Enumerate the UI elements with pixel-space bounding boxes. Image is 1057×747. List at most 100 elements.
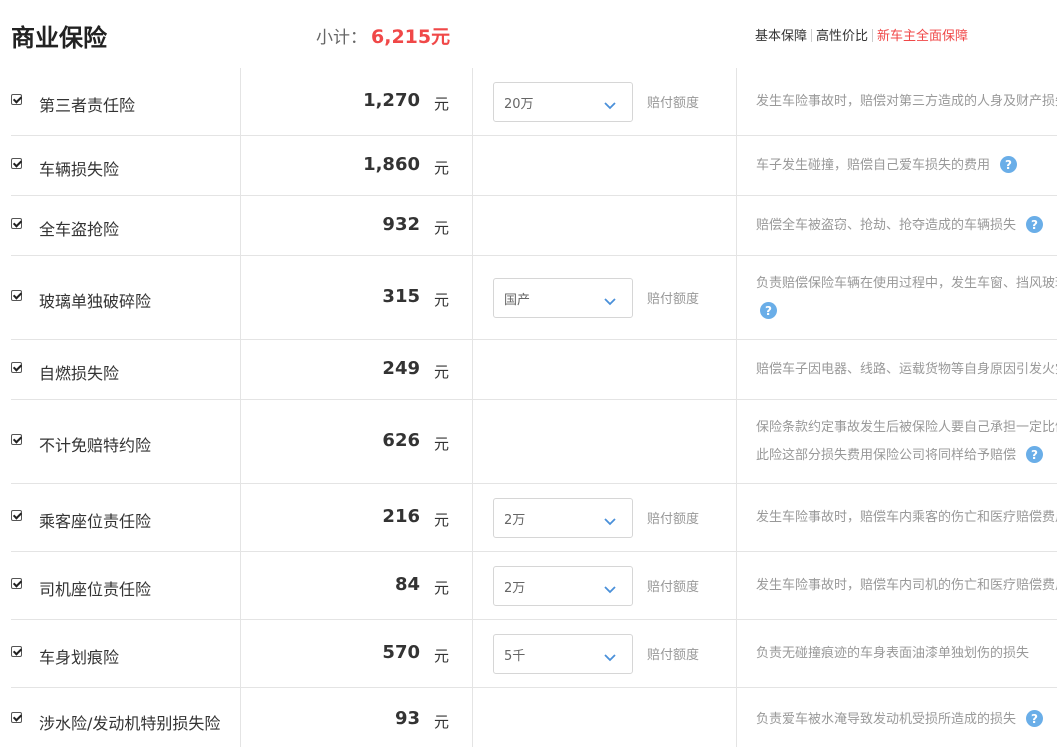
price-unit: 元 xyxy=(434,159,450,177)
insurance-row: 涉水险/发动机特别损失险 93 元 负责爱车被水淹导致发动机受损所造成的损失? xyxy=(0,688,1057,747)
column-divider xyxy=(472,196,473,256)
description-line: 此险这部分损失费用保险公司将同样给予赔偿? xyxy=(756,442,1057,470)
insurance-checkbox[interactable] xyxy=(11,646,22,657)
insurance-name: 乘客座位责任险 xyxy=(39,512,152,531)
insurance-description: 负责爱车被水淹导致发动机受损所造成的损失? xyxy=(756,706,1057,734)
plan-presets: 基本保障 高性价比 新车主全面保障 xyxy=(755,25,968,44)
coverage-amount-value: 5千 xyxy=(504,649,526,664)
insurance-description: 发生车险事故时，赔偿车内乘客的伤亡和医疗赔偿费用 xyxy=(756,504,1057,532)
coverage-amount-select[interactable]: 2万 xyxy=(493,566,633,606)
subtotal-label: 小计： xyxy=(316,28,367,48)
chevron-down-icon xyxy=(604,96,616,110)
price-unit: 元 xyxy=(434,95,450,113)
description-text: 保险条款约定事故发生后被保险人要自己承担一定比例的损失， xyxy=(756,420,1057,435)
description-line: 负责赔偿保险车辆在使用过程中，发生车窗、挡风玻璃单独破碎的损失 xyxy=(756,270,1057,298)
column-divider xyxy=(240,136,241,196)
insurance-description: 车子发生碰撞，赔偿自己爱车损失的费用? xyxy=(756,152,1057,180)
insurance-price: 1,270 xyxy=(363,90,420,111)
column-divider xyxy=(472,688,473,747)
insurance-checkbox[interactable] xyxy=(11,94,22,105)
description-text: 发生车险事故时，赔偿车内司机的伤亡和医疗赔偿费用 xyxy=(756,578,1057,593)
coverage-amount-value: 2万 xyxy=(504,513,526,528)
description-text: 负责无碰撞痕迹的车身表面油漆单独划伤的损失 xyxy=(756,646,1030,661)
svg-text:?: ? xyxy=(1031,448,1038,462)
column-divider xyxy=(472,136,473,196)
coverage-amount-value: 国产 xyxy=(504,293,531,308)
coverage-label: 赔付额度 xyxy=(647,648,700,663)
plan-newowner-link[interactable]: 新车主全面保障 xyxy=(877,29,968,44)
column-divider xyxy=(736,196,737,256)
coverage-amount-select[interactable]: 5千 xyxy=(493,634,633,674)
svg-text:?: ? xyxy=(1031,712,1038,726)
insurance-description: 保险条款约定事故发生后被保险人要自己承担一定比例的损失， 此险这部分损失费用保险公… xyxy=(756,414,1057,470)
coverage-label: 赔付额度 xyxy=(647,512,700,527)
column-divider xyxy=(240,400,241,484)
insurance-price: 216 xyxy=(382,506,420,527)
description-line: 负责无碰撞痕迹的车身表面油漆单独划伤的损失 xyxy=(756,640,1057,668)
insurance-checkbox[interactable] xyxy=(11,158,22,169)
insurance-name: 车身划痕险 xyxy=(39,648,120,667)
column-divider xyxy=(240,256,241,340)
section-header: 商业保险 小计： 6,215元 基本保障 高性价比 新车主全面保障 xyxy=(0,0,1057,68)
column-divider xyxy=(472,340,473,400)
coverage-amount-select[interactable]: 20万 xyxy=(493,82,633,122)
insurance-row: 自燃损失险 249 元 赔偿车子因电器、线路、运载货物等自身原因引发火灾的损失 xyxy=(0,340,1057,400)
column-divider xyxy=(240,484,241,552)
insurance-row: 车辆损失险 1,860 元 车子发生碰撞，赔偿自己爱车损失的费用? xyxy=(0,136,1057,196)
plan-divider xyxy=(811,29,813,42)
insurance-checkbox[interactable] xyxy=(11,510,22,521)
chevron-down-icon xyxy=(604,512,616,526)
insurance-description: 负责赔偿保险车辆在使用过程中，发生车窗、挡风玻璃单独破碎的损失? xyxy=(756,270,1057,326)
help-icon[interactable]: ? xyxy=(1000,156,1018,173)
insurance-name: 全车盗抢险 xyxy=(39,220,120,239)
insurance-checkbox[interactable] xyxy=(11,434,22,445)
svg-text:?: ? xyxy=(1005,158,1012,172)
column-divider xyxy=(472,400,473,484)
insurance-row: 车身划痕险 570 元 5千 赔付额度 负责无碰撞痕迹的车身表面油漆单独划伤的损失 xyxy=(0,620,1057,688)
coverage-label: 赔付额度 xyxy=(647,292,700,307)
coverage-amount-select[interactable]: 国产 xyxy=(493,278,633,318)
coverage-amount-select[interactable]: 2万 xyxy=(493,498,633,538)
price-unit: 元 xyxy=(434,713,450,731)
insurance-price: 249 xyxy=(382,358,420,379)
price-unit: 元 xyxy=(434,647,450,665)
help-icon[interactable]: ? xyxy=(1026,216,1044,233)
help-icon[interactable]: ? xyxy=(760,302,777,319)
insurance-row: 全车盗抢险 932 元 赔偿全车被盗窃、抢劫、抢夺造成的车辆损失? xyxy=(0,196,1057,256)
plan-value-link[interactable]: 高性价比 xyxy=(816,29,868,44)
column-divider xyxy=(240,196,241,256)
insurance-checkbox[interactable] xyxy=(11,218,22,229)
column-divider xyxy=(736,688,737,747)
insurance-checkbox[interactable] xyxy=(11,712,22,723)
description-text: 负责爱车被水淹导致发动机受损所造成的损失 xyxy=(756,712,1017,727)
column-divider xyxy=(240,68,241,136)
insurance-row: 不计免赔特约险 626 元 保险条款约定事故发生后被保险人要自己承担一定比例的损失， 此… xyxy=(0,400,1057,484)
column-divider xyxy=(736,68,737,136)
insurance-description: 赔偿全车被盗窃、抢劫、抢夺造成的车辆损失? xyxy=(756,212,1057,240)
insurance-checkbox[interactable] xyxy=(11,362,22,373)
coverage-label: 赔付额度 xyxy=(647,580,700,595)
insurance-name: 不计免赔特约险 xyxy=(39,436,152,455)
insurance-description: 赔偿车子因电器、线路、运载货物等自身原因引发火灾的损失 xyxy=(756,356,1057,384)
insurance-row: 第三者责任险 1,270 元 20万 赔付额度 发生车险事故时，赔偿对第三方造成的人身及财… xyxy=(0,68,1057,136)
help-icon[interactable]: ? xyxy=(1026,710,1044,727)
chevron-down-icon xyxy=(604,292,616,306)
insurance-name: 涉水险/发动机特别损失险 xyxy=(39,714,221,733)
description-text: 发生车险事故时，赔偿对第三方造成的人身及财产损失 xyxy=(756,94,1057,109)
help-icon[interactable]: ? xyxy=(1026,446,1044,463)
insurance-checkbox[interactable] xyxy=(11,290,22,301)
column-divider xyxy=(736,484,737,552)
insurance-price: 315 xyxy=(382,286,420,307)
coverage-label: 赔付额度 xyxy=(647,96,700,111)
insurance-table: 第三者责任险 1,270 元 20万 赔付额度 发生车险事故时，赔偿对第三方造成的人身及财… xyxy=(0,68,1057,747)
plan-basic-link[interactable]: 基本保障 xyxy=(755,29,807,44)
column-divider xyxy=(472,620,473,688)
insurance-row: 乘客座位责任险 216 元 2万 赔付额度 发生车险事故时，赔偿车内乘客的伤亡和医疗赔偿费… xyxy=(0,484,1057,552)
insurance-name: 司机座位责任险 xyxy=(39,580,152,599)
description-text: 赔偿车子因电器、线路、运载货物等自身原因引发火灾的损失 xyxy=(756,362,1057,377)
column-divider xyxy=(472,256,473,340)
column-divider xyxy=(736,552,737,620)
insurance-checkbox[interactable] xyxy=(11,578,22,589)
column-divider xyxy=(240,688,241,747)
description-line: 发生车险事故时，赔偿对第三方造成的人身及财产损失 xyxy=(756,88,1057,116)
